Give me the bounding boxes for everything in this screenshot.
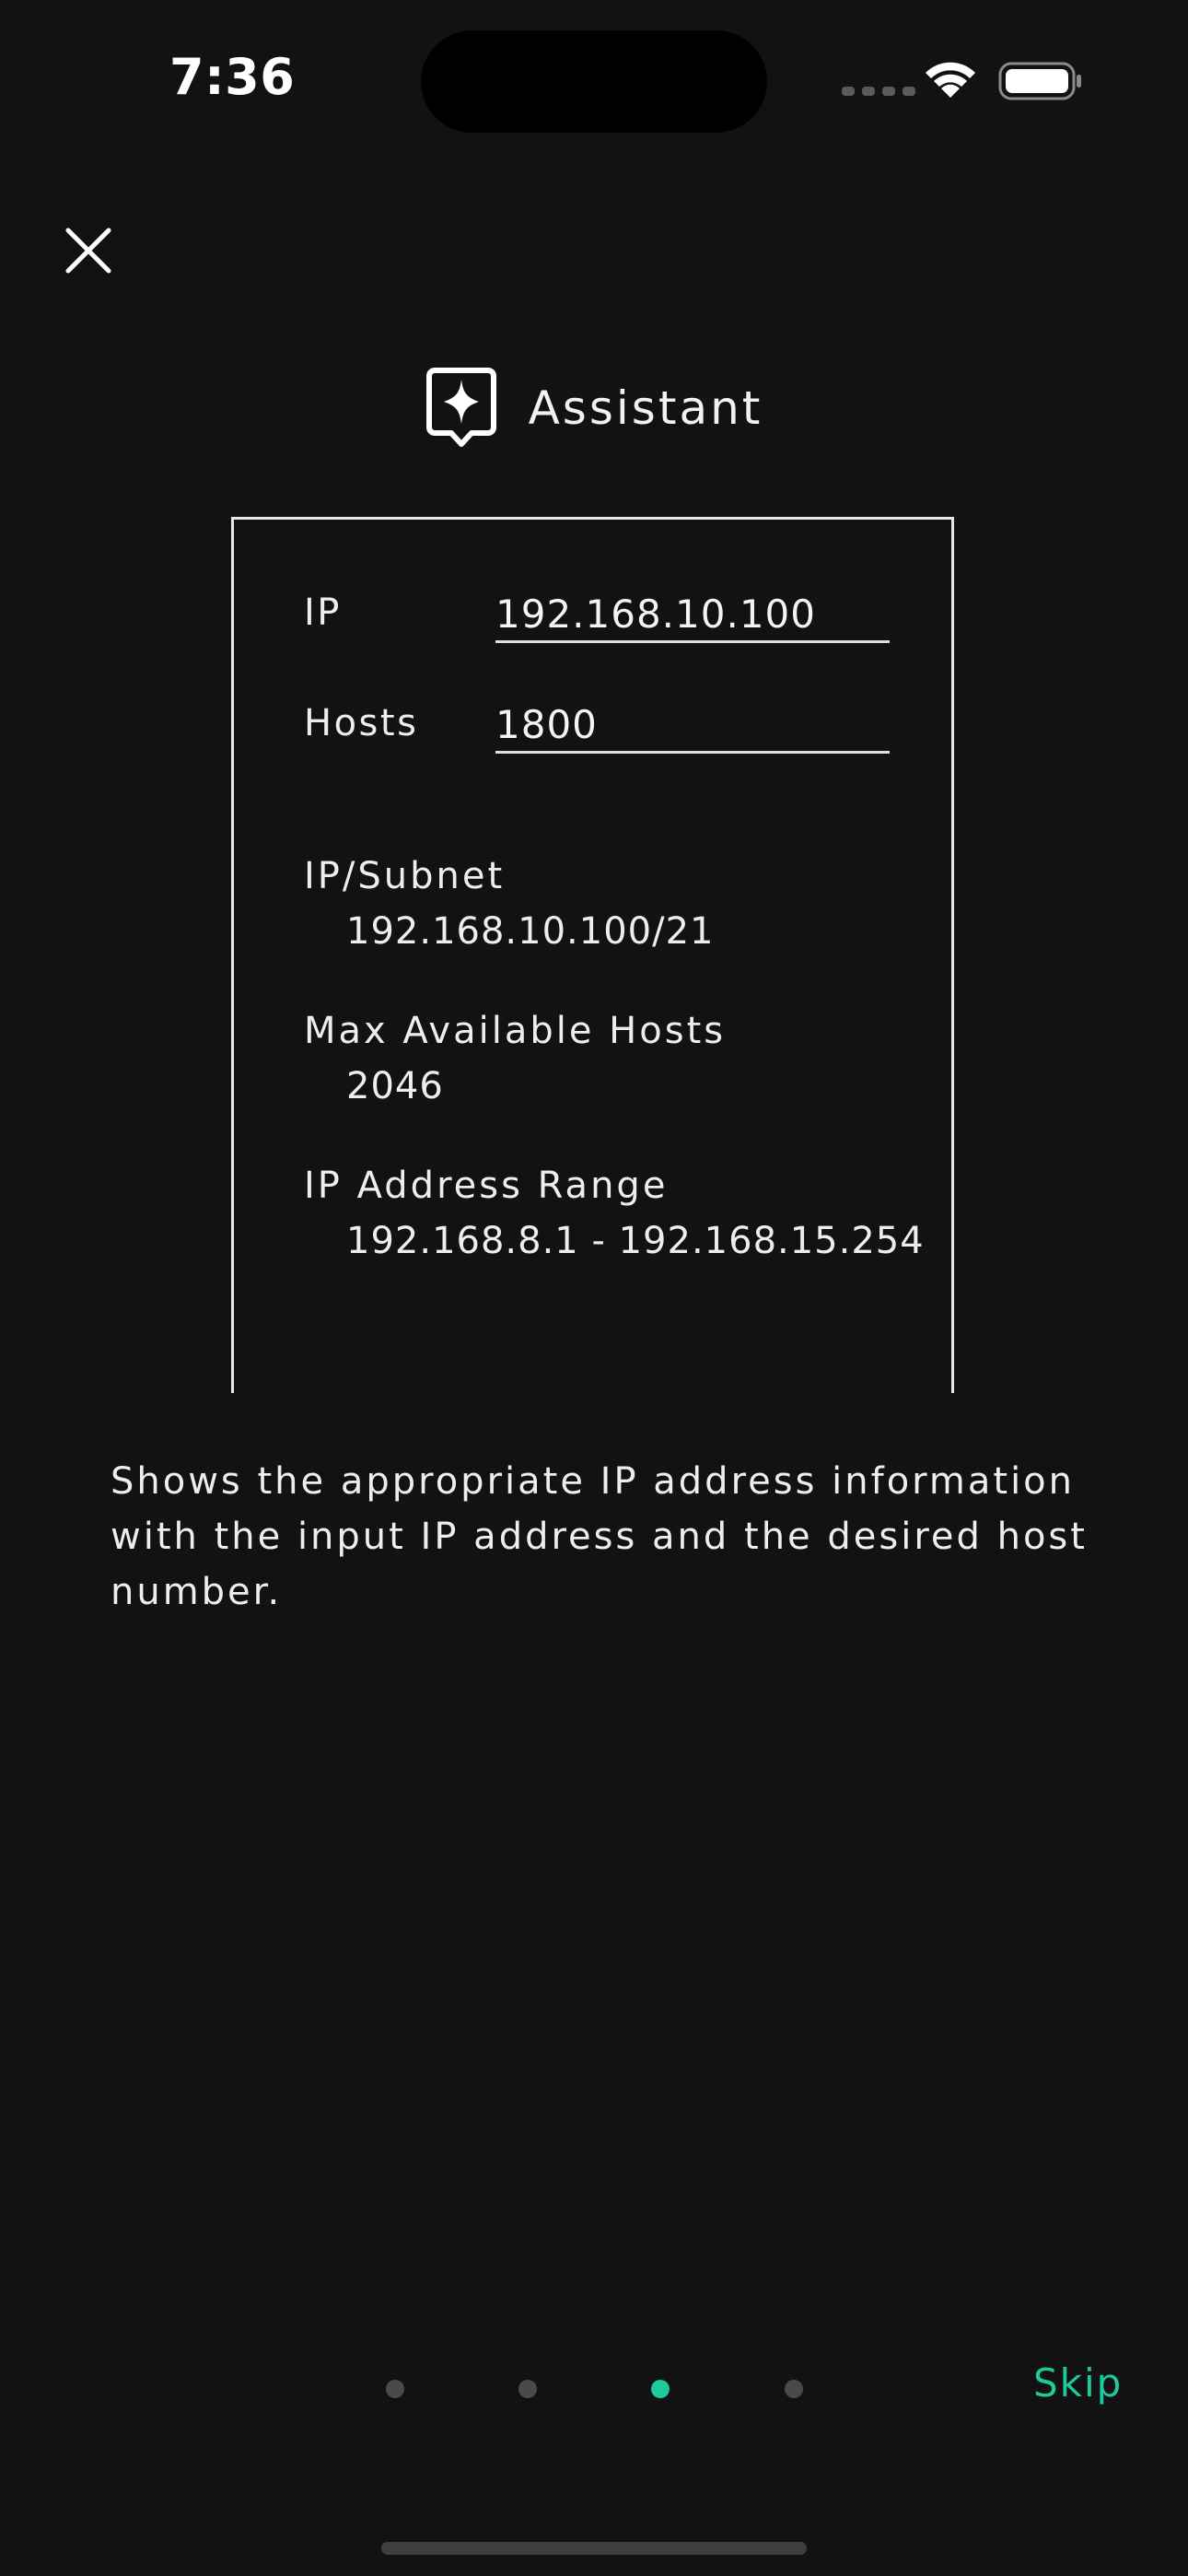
home-indicator[interactable] (381, 2542, 807, 2555)
pager-dot-4[interactable] (785, 2380, 803, 2398)
result-label-subnet: IP/Subnet (304, 855, 506, 897)
skip-button[interactable]: Skip (1033, 2360, 1123, 2406)
result-label-max-hosts: Max Available Hosts (304, 1010, 727, 1052)
cellular-signal-icon (842, 87, 915, 96)
hosts-label: Hosts (304, 702, 419, 744)
calculator-preview-card: IP 192.168.10.100 Hosts 1800 IP/Subnet 1… (231, 517, 954, 1393)
result-value-ip-range: 192.168.8.1 - 192.168.15.254 (346, 1220, 925, 1262)
ip-label: IP (304, 591, 342, 634)
pager-dot-3-active[interactable] (651, 2380, 670, 2398)
battery-icon (998, 62, 1081, 100)
result-value-max-hosts: 2046 (346, 1065, 444, 1107)
status-time: 7:36 (169, 48, 296, 106)
dynamic-island (421, 30, 767, 133)
assistant-sparkle-icon (425, 368, 496, 447)
result-label-ip-range: IP Address Range (304, 1165, 669, 1207)
hosts-input[interactable]: 1800 (495, 697, 890, 754)
feature-description: Shows the appropriate IP address informa… (111, 1460, 1088, 1613)
wifi-icon (926, 62, 975, 98)
ip-input[interactable]: 192.168.10.100 (495, 586, 890, 643)
page-title: Assistant (528, 381, 763, 435)
close-icon (65, 228, 111, 274)
page-header: Assistant (0, 367, 1188, 450)
close-button[interactable] (63, 225, 114, 276)
pager-dot-1[interactable] (386, 2380, 404, 2398)
pager-dot-2[interactable] (518, 2380, 537, 2398)
result-value-subnet: 192.168.10.100/21 (346, 910, 715, 953)
